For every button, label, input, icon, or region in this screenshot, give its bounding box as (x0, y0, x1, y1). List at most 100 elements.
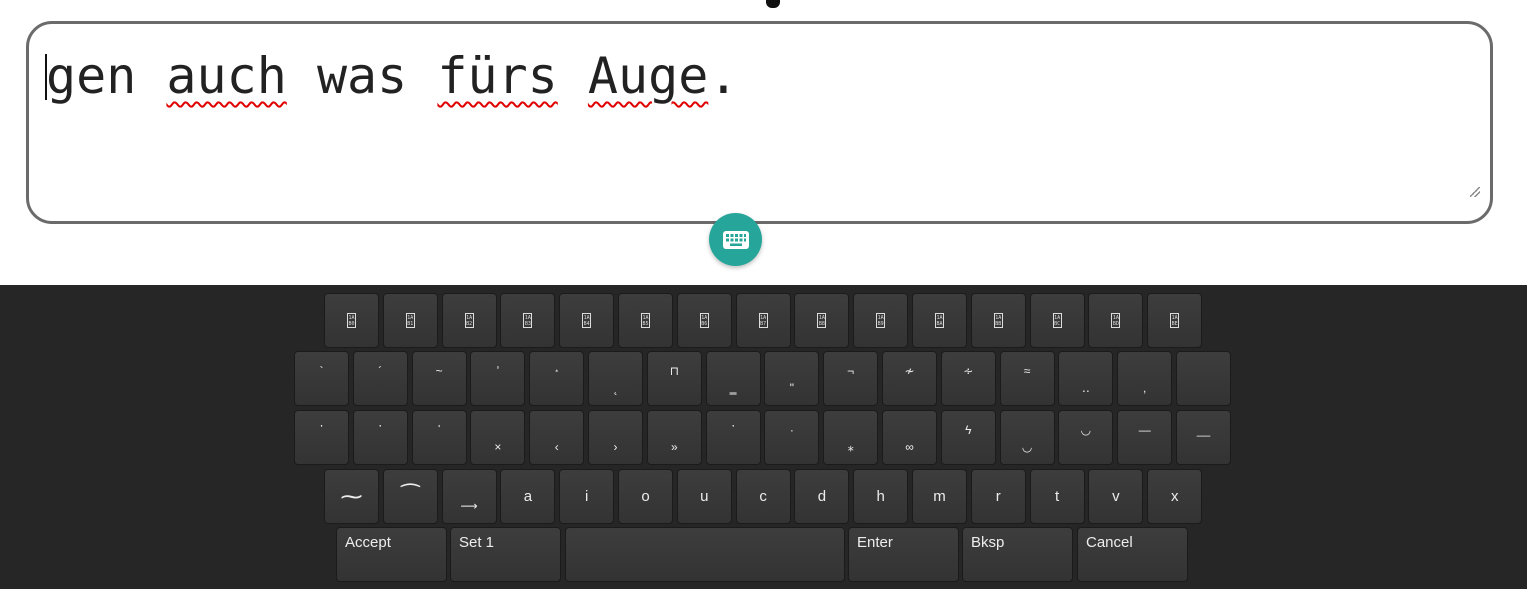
key-2-4[interactable]: ‹ (529, 410, 585, 465)
key-3-2[interactable]: ⟶ (441, 469, 497, 524)
key-2-9[interactable]: ⁎ (823, 410, 879, 465)
key-1-7[interactable]: ‗ (705, 351, 761, 406)
key-label: 1A B1 (405, 313, 415, 328)
key-label: t (1055, 488, 1060, 505)
key-3-11[interactable]: r (970, 469, 1026, 524)
key-label: 1A B5 (641, 313, 650, 328)
key-1-10[interactable]: ≁ (882, 351, 937, 406)
key-0-13[interactable]: 1A BD (1088, 293, 1144, 348)
resize-handle[interactable] (1470, 187, 1480, 197)
key-label: 1A B7 (758, 313, 768, 328)
key-1-0[interactable]: ` (294, 351, 349, 406)
key-0-9[interactable]: 1A B9 (853, 293, 909, 348)
key-1-11[interactable]: ∻ (940, 351, 996, 406)
key-label: d (817, 488, 827, 505)
key-label: 1A B8 (817, 313, 827, 328)
key-label: 1A BB (993, 313, 1003, 328)
text-content[interactable]: gen auch was fürs Auge. (46, 46, 738, 106)
key-1-13[interactable]: ‥ (1058, 351, 1114, 406)
key-2-12[interactable]: ◡ (999, 410, 1055, 465)
key-0-12[interactable]: 1A BC (1029, 293, 1085, 348)
keyboard-icon (722, 230, 749, 249)
key-label: ᾿ (731, 423, 736, 437)
key-0-2[interactable]: 1A B2 (441, 293, 497, 348)
key-label: ⁎ (847, 440, 854, 454)
key-3-5[interactable]: o (618, 469, 673, 524)
space-key[interactable] (565, 527, 845, 582)
key-3-4[interactable]: i (559, 469, 615, 524)
enter-button[interactable]: Enter (848, 527, 959, 582)
key-1-12[interactable]: ≈ (999, 351, 1055, 406)
key-2-0[interactable]: ᾽ (294, 410, 349, 465)
key-label: r (995, 488, 1001, 505)
key-1-8[interactable]: " (764, 351, 820, 406)
key-0-8[interactable]: 1A B8 (794, 293, 850, 348)
key-1-5[interactable]: ̨ (588, 351, 643, 406)
key-3-13[interactable]: v (1088, 469, 1144, 524)
key-label: ⊓ (669, 364, 679, 378)
key-2-15[interactable]: __ (1176, 410, 1231, 465)
key-3-3[interactable]: a (500, 469, 556, 524)
key-3-14[interactable]: x (1147, 469, 1203, 524)
set-toggle-button[interactable]: Set 1 (450, 527, 561, 582)
backspace-button[interactable]: Bksp (962, 527, 1073, 582)
keyboard-toggle-button[interactable] (709, 213, 762, 266)
key-2-8[interactable]: · (764, 410, 820, 465)
key-1-9[interactable]: ¬ (823, 351, 879, 406)
key-0-14[interactable]: 1A BE (1147, 293, 1203, 348)
key-1-1[interactable]: ´ (352, 351, 408, 406)
misspelled-word: Auge (587, 47, 709, 105)
key-2-1[interactable]: ῾ (352, 410, 408, 465)
key-2-11[interactable]: ϟ (940, 410, 996, 465)
key-1-15[interactable] (1176, 351, 1231, 406)
key-2-7[interactable]: ᾿ (705, 410, 761, 465)
key-label: 1A B2 (464, 313, 474, 328)
cancel-label: Cancel (1086, 534, 1133, 551)
key-3-9[interactable]: h (853, 469, 909, 524)
key-0-6[interactable]: 1A B6 (676, 293, 732, 348)
key-label: ∻ (963, 364, 974, 378)
key-2-5[interactable]: › (588, 410, 643, 465)
key-3-8[interactable]: d (794, 469, 850, 524)
key-0-10[interactable]: 1A BA (912, 293, 967, 348)
key-3-1[interactable]: ⁀ (382, 469, 438, 524)
key-label: c (759, 488, 767, 505)
key-1-2[interactable]: ~ (411, 351, 467, 406)
key-0-1[interactable]: 1A B1 (382, 293, 438, 348)
key-3-0[interactable]: ⁓ (324, 469, 379, 524)
cancel-button[interactable]: Cancel (1077, 527, 1188, 582)
key-label: ‥ (1081, 381, 1090, 395)
key-1-14[interactable]: , (1117, 351, 1173, 406)
text-input-area[interactable]: gen auch was fürs Auge. (26, 21, 1493, 224)
key-0-11[interactable]: 1A BB (970, 293, 1026, 348)
key-label: i (585, 488, 589, 505)
key-1-4[interactable]: ᷵ (529, 351, 585, 406)
key-0-0[interactable]: 1A B0 (324, 293, 379, 348)
key-1-3[interactable]: ̓ (470, 351, 526, 406)
key-0-4[interactable]: 1A B4 (559, 293, 615, 348)
accept-button[interactable]: Accept (336, 527, 447, 582)
key-2-13[interactable]: ◡ (1058, 410, 1114, 465)
key-2-10[interactable]: ∞ (882, 410, 937, 465)
key-label: 1A B0 (347, 313, 356, 328)
key-label: ϟ (965, 423, 972, 437)
key-2-2[interactable]: ᷾ (411, 410, 467, 465)
key-3-6[interactable]: u (676, 469, 732, 524)
key-0-5[interactable]: 1A B5 (618, 293, 673, 348)
key-label: 1A BA (935, 313, 944, 328)
key-0-3[interactable]: 1A B3 (500, 293, 556, 348)
key-2-6[interactable]: » (646, 410, 702, 465)
key-label: ‹ (554, 440, 559, 454)
key-label: a (523, 488, 533, 505)
key-2-14[interactable]: — (1117, 410, 1173, 465)
key-label: h (876, 488, 885, 505)
key-1-6[interactable]: ⊓ (646, 351, 702, 406)
accept-label: Accept (345, 534, 391, 551)
key-label: x (1170, 488, 1179, 505)
key-3-7[interactable]: c (735, 469, 791, 524)
key-0-7[interactable]: 1A B7 (735, 293, 791, 348)
key-3-12[interactable]: t (1029, 469, 1085, 524)
key-3-10[interactable]: m (912, 469, 967, 524)
enter-label: Enter (857, 534, 893, 551)
key-2-3[interactable]: × (470, 410, 526, 465)
